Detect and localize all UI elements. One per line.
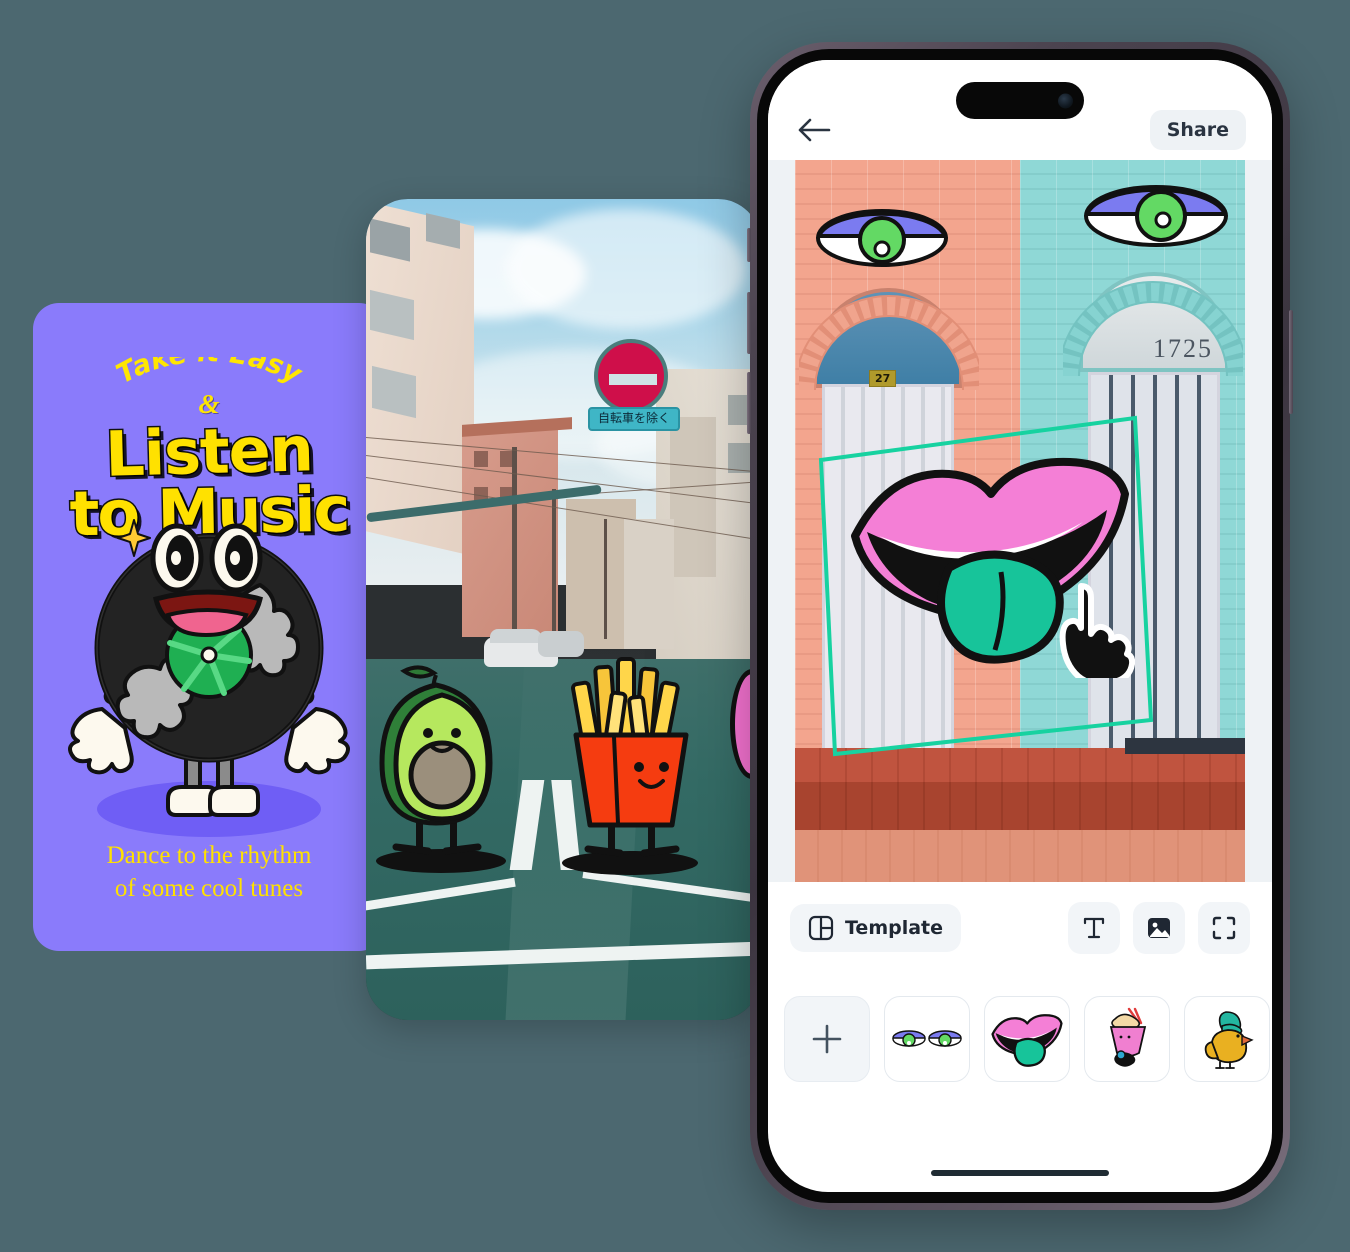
svg-text:Take it Easy: Take it Easy [112, 357, 308, 391]
eye-sticker-right[interactable] [1083, 182, 1229, 250]
back-button[interactable] [794, 110, 834, 150]
tray-item-milkshake[interactable] [1084, 996, 1170, 1082]
page-root: Take it Easy & Listen to Music [0, 0, 1350, 1252]
caption-line-2: of some cool tunes [114, 874, 304, 902]
text-tool-button[interactable] [1068, 902, 1120, 954]
street-photo: 自転車を除く [366, 199, 760, 1020]
tray-item-lips[interactable] [984, 996, 1070, 1082]
tool-group [1068, 902, 1250, 954]
eye-sticker-left[interactable] [815, 206, 949, 270]
caption-line-1: Dance to the rhythm [106, 841, 312, 869]
volume-down-button[interactable] [747, 372, 751, 434]
brick-steps [795, 732, 1245, 882]
milkshake-icon [1109, 1007, 1147, 1067]
arch-brick-left [799, 295, 979, 390]
template-button[interactable]: Template [790, 904, 962, 952]
no-entry-sign-icon [594, 339, 668, 413]
editor-phone[interactable]: Share 27 1725 Template [747, 42, 1293, 1210]
street-photo-phone[interactable]: 自転車を除く [366, 199, 760, 1020]
arch-brick-right [1063, 281, 1243, 376]
expand-frame-icon [1212, 916, 1236, 940]
add-sticker-button[interactable] [784, 996, 870, 1082]
canvas-photo: 27 1725 [795, 160, 1245, 882]
home-indicator[interactable] [931, 1170, 1109, 1176]
sticker-tray[interactable] [768, 974, 1272, 1104]
back-arrow-icon [798, 118, 831, 142]
pointing-hand-cursor [1059, 583, 1135, 678]
volume-up-button[interactable] [747, 292, 751, 354]
share-button[interactable]: Share [1149, 110, 1246, 150]
crop-tool-button[interactable] [1198, 902, 1250, 954]
front-camera-icon [1058, 93, 1073, 108]
image-icon [1148, 918, 1170, 938]
image-tool-button[interactable] [1133, 902, 1185, 954]
eyes-icon [892, 1030, 962, 1047]
layout-icon [808, 915, 834, 941]
editor-canvas[interactable]: 27 1725 [768, 160, 1272, 882]
lips-icon [991, 1014, 1063, 1067]
dynamic-island [956, 82, 1084, 119]
tray-item-eyes[interactable] [884, 996, 970, 1082]
vinyl-record-character [68, 523, 350, 817]
story-card-caption: Dance to the rhythm of some cool tunes [33, 839, 385, 906]
power-button[interactable] [1289, 310, 1293, 414]
arc-headline-label: Take it Easy [112, 357, 308, 391]
template-button-label: Template [845, 917, 944, 939]
editor-toolbar: Template [768, 882, 1272, 974]
mute-switch[interactable] [747, 228, 751, 262]
plus-icon [812, 1024, 842, 1054]
text-T-icon [1083, 917, 1105, 939]
avocado-character [379, 665, 493, 855]
story-card-music[interactable]: Take it Easy & Listen to Music [33, 303, 385, 951]
tray-item-duck[interactable] [1184, 996, 1270, 1082]
duck-icon [1204, 1011, 1254, 1069]
french-fries-character [571, 657, 689, 857]
phone-screen: Share 27 1725 Template [768, 60, 1272, 1192]
sign-plate-label: 自転車を除く [588, 407, 680, 431]
story-card-headline-block: Take it Easy & Listen to Music [33, 303, 385, 552]
